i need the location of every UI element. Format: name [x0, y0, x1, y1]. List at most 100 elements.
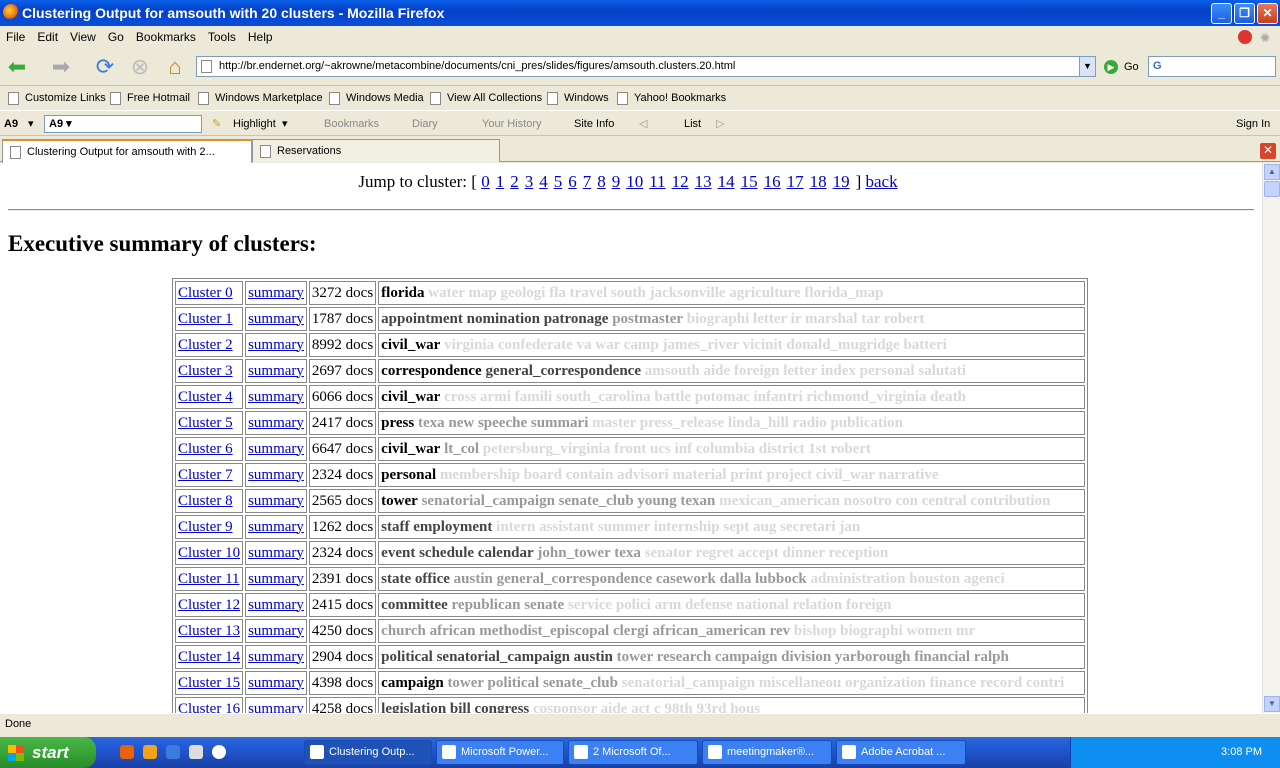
- jump-link-3[interactable]: 3: [525, 172, 534, 191]
- summary-link[interactable]: summary: [245, 697, 307, 713]
- jump-link-19[interactable]: 19: [833, 172, 850, 191]
- diary-button[interactable]: Diary: [412, 111, 438, 137]
- jump-link-10[interactable]: 10: [626, 172, 643, 191]
- jump-link-17[interactable]: 17: [787, 172, 804, 191]
- prev-icon[interactable]: ◁: [639, 111, 647, 137]
- jump-link-6[interactable]: 6: [568, 172, 577, 191]
- menu-edit[interactable]: Edit: [31, 26, 64, 48]
- summary-link[interactable]: summary: [245, 333, 307, 357]
- reload-icon[interactable]: ⟳: [92, 54, 118, 80]
- address-bar[interactable]: http://br.endernet.org/~akrowne/metacomb…: [196, 56, 1096, 77]
- cluster-link[interactable]: Cluster 15: [175, 671, 244, 695]
- sign-in-button[interactable]: Sign In: [1236, 111, 1270, 137]
- scroll-down-icon[interactable]: ▼: [1264, 696, 1280, 712]
- url-dropdown-icon[interactable]: ▼: [1079, 57, 1095, 76]
- jump-link-14[interactable]: 14: [718, 172, 735, 191]
- back-icon[interactable]: ⬅: [4, 54, 30, 80]
- close-tab-icon[interactable]: ✕: [1260, 143, 1276, 159]
- cluster-link[interactable]: Cluster 0: [175, 281, 244, 305]
- cluster-link[interactable]: Cluster 5: [175, 411, 244, 435]
- summary-link[interactable]: summary: [245, 567, 307, 591]
- go-button[interactable]: ▶ Go: [1104, 58, 1139, 76]
- jump-link-15[interactable]: 15: [741, 172, 758, 191]
- tab-reservations[interactable]: Reservations: [252, 139, 500, 162]
- cluster-link[interactable]: Cluster 1: [175, 307, 244, 331]
- menu-file[interactable]: File: [0, 26, 31, 48]
- highlight-dropdown-icon[interactable]: ▾: [282, 111, 288, 137]
- bookmark-windows[interactable]: Windows: [547, 86, 609, 110]
- summary-link[interactable]: summary: [245, 281, 307, 305]
- menu-help[interactable]: Help: [242, 26, 279, 48]
- forward-icon[interactable]: ➡: [48, 54, 74, 80]
- bookmark-customize-links[interactable]: Customize Links: [8, 86, 106, 110]
- jump-link-18[interactable]: 18: [810, 172, 827, 191]
- taskbar-item-firefox[interactable]: Clustering Outp...: [304, 740, 432, 765]
- search-input[interactable]: G: [1148, 56, 1276, 77]
- home-icon[interactable]: ⌂: [162, 54, 188, 80]
- cluster-link[interactable]: Cluster 9: [175, 515, 244, 539]
- ie-quicklaunch-icon[interactable]: [166, 745, 180, 759]
- cluster-link[interactable]: Cluster 12: [175, 593, 244, 617]
- clock-quicklaunch-icon[interactable]: [212, 745, 226, 759]
- summary-link[interactable]: summary: [245, 593, 307, 617]
- a9-search-input[interactable]: A9 ▾: [44, 115, 202, 133]
- jump-link-13[interactable]: 13: [695, 172, 712, 191]
- menu-go[interactable]: Go: [102, 26, 130, 48]
- cluster-link[interactable]: Cluster 16: [175, 697, 244, 713]
- jump-link-11[interactable]: 11: [649, 172, 665, 191]
- list-button[interactable]: List: [684, 111, 701, 137]
- bookmark-windows-media[interactable]: Windows Media: [329, 86, 424, 110]
- jump-link-2[interactable]: 2: [510, 172, 519, 191]
- cluster-link[interactable]: Cluster 8: [175, 489, 244, 513]
- next-icon[interactable]: ▷: [716, 111, 724, 137]
- summary-link[interactable]: summary: [245, 671, 307, 695]
- cluster-link[interactable]: Cluster 3: [175, 359, 244, 383]
- menu-view[interactable]: View: [64, 26, 102, 48]
- menu-tools[interactable]: Tools: [202, 26, 242, 48]
- cluster-link[interactable]: Cluster 13: [175, 619, 244, 643]
- taskbar-item-powerpoint[interactable]: Microsoft Power...: [436, 740, 564, 765]
- a9-dropdown-icon[interactable]: ▾: [28, 111, 34, 137]
- summary-link[interactable]: summary: [245, 489, 307, 513]
- cluster-link[interactable]: Cluster 6: [175, 437, 244, 461]
- bookmark-free-hotmail[interactable]: Free Hotmail: [110, 86, 190, 110]
- jump-link-12[interactable]: 12: [672, 172, 689, 191]
- back-link[interactable]: back: [865, 172, 897, 191]
- quicklaunch-icon[interactable]: [143, 745, 157, 759]
- bookmark-windows-marketplace[interactable]: Windows Marketplace: [198, 86, 323, 110]
- jump-link-9[interactable]: 9: [612, 172, 621, 191]
- cluster-link[interactable]: Cluster 10: [175, 541, 244, 565]
- firefox-quicklaunch-icon[interactable]: [120, 745, 134, 759]
- close-button[interactable]: ✕: [1257, 3, 1278, 24]
- scroll-up-icon[interactable]: ▲: [1264, 164, 1280, 180]
- summary-link[interactable]: summary: [245, 463, 307, 487]
- summary-link[interactable]: summary: [245, 619, 307, 643]
- jump-link-4[interactable]: 4: [539, 172, 548, 191]
- cluster-link[interactable]: Cluster 11: [175, 567, 244, 591]
- jump-link-7[interactable]: 7: [583, 172, 592, 191]
- taskbar-item-acrobat[interactable]: Adobe Acrobat ...: [836, 740, 966, 765]
- cluster-link[interactable]: Cluster 2: [175, 333, 244, 357]
- summary-link[interactable]: summary: [245, 359, 307, 383]
- summary-link[interactable]: summary: [245, 385, 307, 409]
- jump-link-1[interactable]: 1: [496, 172, 505, 191]
- cluster-link[interactable]: Cluster 7: [175, 463, 244, 487]
- summary-link[interactable]: summary: [245, 307, 307, 331]
- bookmarks-toolbar-button[interactable]: Bookmarks: [324, 111, 379, 137]
- maximize-button[interactable]: ❐: [1234, 3, 1255, 24]
- cluster-link[interactable]: Cluster 14: [175, 645, 244, 669]
- summary-link[interactable]: summary: [245, 645, 307, 669]
- jump-link-16[interactable]: 16: [764, 172, 781, 191]
- jump-link-0[interactable]: 0: [481, 172, 490, 191]
- summary-link[interactable]: summary: [245, 541, 307, 565]
- summary-link[interactable]: summary: [245, 515, 307, 539]
- your-history-button[interactable]: Your History: [482, 111, 542, 137]
- tab-clustering-output[interactable]: Clustering Output for amsouth with 2...: [2, 139, 252, 163]
- summary-link[interactable]: summary: [245, 411, 307, 435]
- jump-link-8[interactable]: 8: [597, 172, 606, 191]
- bookmark-view-all-collections[interactable]: View All Collections: [430, 86, 542, 110]
- scroll-thumb[interactable]: [1264, 181, 1280, 197]
- menu-bookmarks[interactable]: Bookmarks: [130, 26, 202, 48]
- stop-icon[interactable]: ⊗: [127, 54, 153, 80]
- jump-link-5[interactable]: 5: [554, 172, 563, 191]
